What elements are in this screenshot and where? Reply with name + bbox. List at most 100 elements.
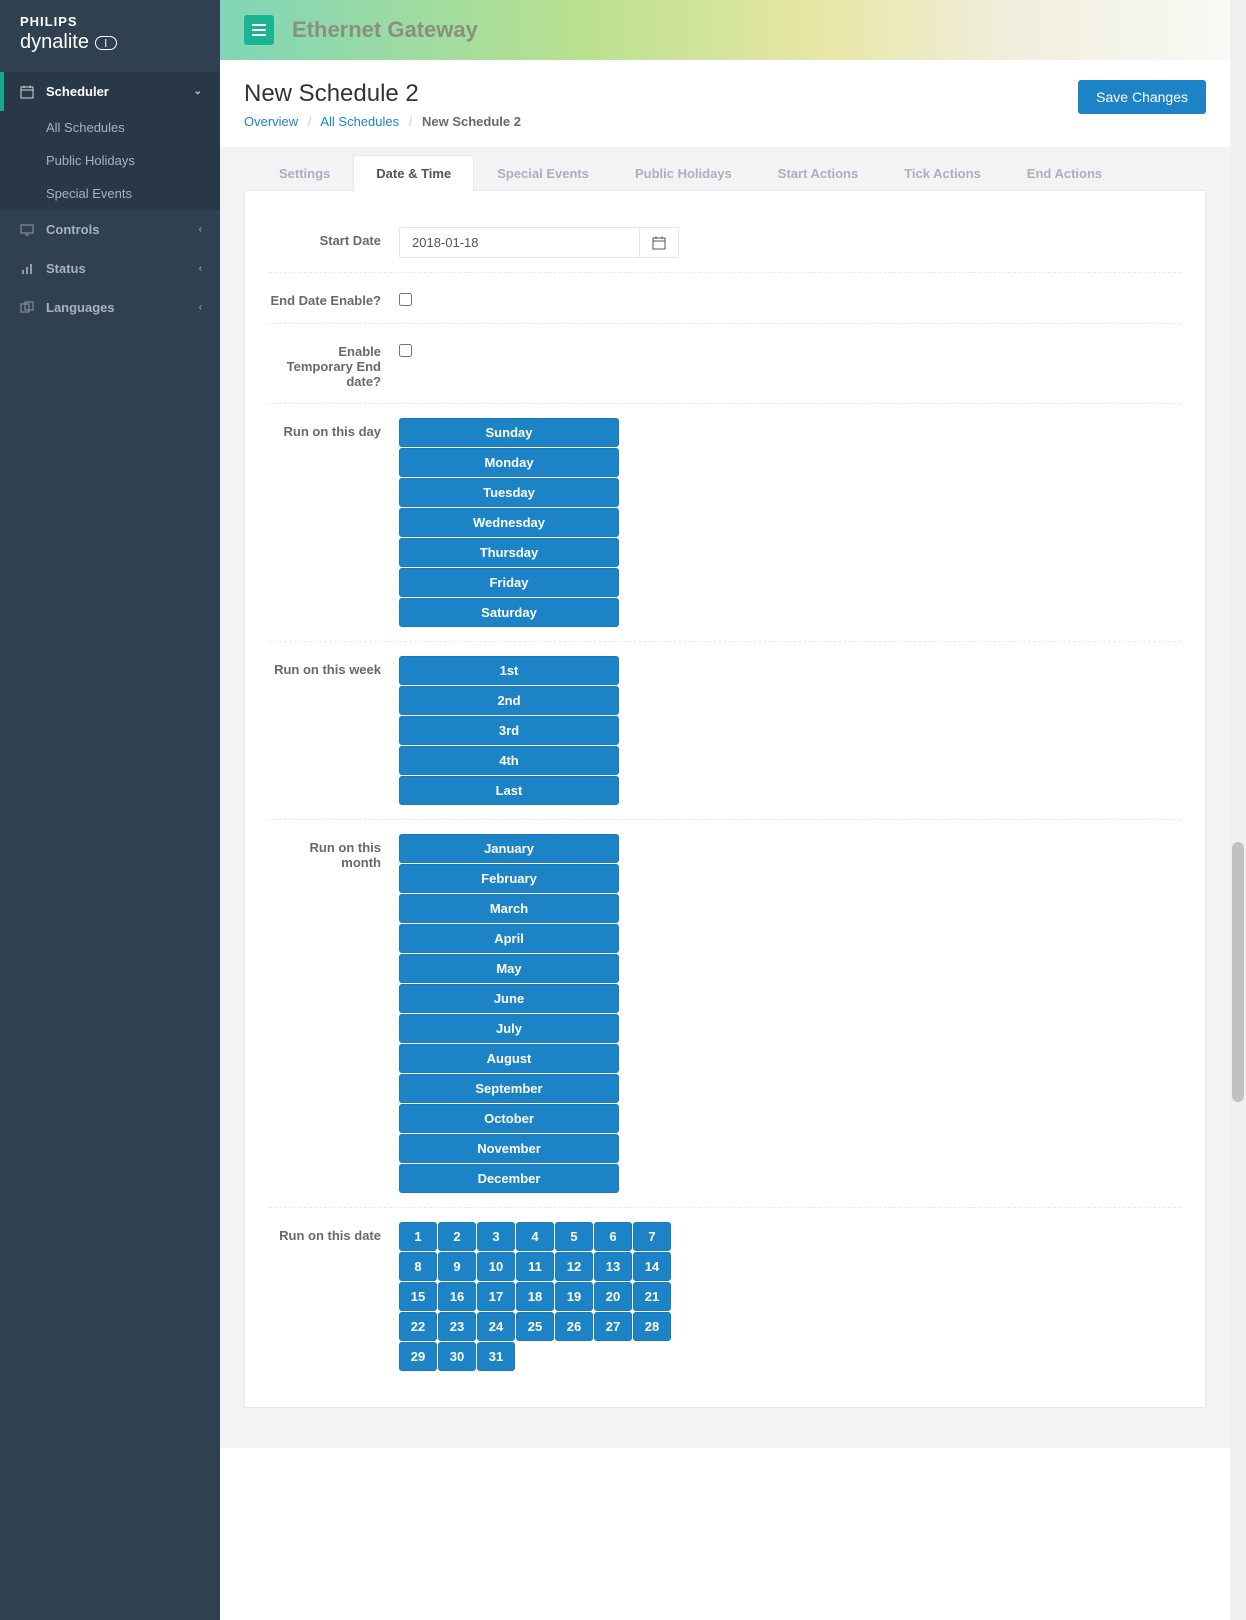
tab-date-time[interactable]: Date & Time — [353, 155, 474, 191]
sidebar-nav: Scheduler ⌄ All Schedules Public Holiday… — [0, 72, 220, 327]
date-toggle[interactable]: 4 — [516, 1222, 554, 1251]
window-scrollbar[interactable] — [1230, 0, 1246, 1620]
day-toggle[interactable]: Sunday — [399, 418, 619, 447]
date-toggle[interactable]: 8 — [399, 1252, 437, 1281]
week-toggle[interactable]: 3rd — [399, 716, 619, 745]
run-week-label: Run on this week — [269, 656, 399, 805]
day-toggle[interactable]: Monday — [399, 448, 619, 477]
date-toggle[interactable]: 16 — [438, 1282, 476, 1311]
brand-bottom-text: dynalite — [20, 31, 89, 54]
end-date-enable-checkbox[interactable] — [399, 293, 412, 306]
tab-start-actions[interactable]: Start Actions — [755, 155, 881, 191]
enable-temp-end-checkbox[interactable] — [399, 344, 412, 357]
tab-tick-actions[interactable]: Tick Actions — [881, 155, 1004, 191]
date-toggle[interactable]: 24 — [477, 1312, 515, 1341]
date-toggle[interactable]: 29 — [399, 1342, 437, 1371]
day-toggle[interactable]: Friday — [399, 568, 619, 597]
month-toggle[interactable]: September — [399, 1074, 619, 1103]
date-toggle[interactable]: 17 — [477, 1282, 515, 1311]
date-toggle[interactable]: 18 — [516, 1282, 554, 1311]
sidebar-subitem-special-events[interactable]: Special Events — [0, 177, 220, 210]
date-toggle[interactable]: 13 — [594, 1252, 632, 1281]
week-toggle[interactable]: 1st — [399, 656, 619, 685]
month-toggle[interactable]: July — [399, 1014, 619, 1043]
chevron-left-icon: ‹ — [199, 224, 202, 235]
date-toggle[interactable]: 30 — [438, 1342, 476, 1371]
chevron-left-icon: ‹ — [199, 302, 202, 313]
save-changes-button[interactable]: Save Changes — [1078, 80, 1206, 114]
enable-temp-end-label: Enable Temporary End date? — [269, 338, 399, 389]
date-toggle[interactable]: 3 — [477, 1222, 515, 1251]
breadcrumb-all-schedules[interactable]: All Schedules — [320, 114, 399, 129]
date-toggle[interactable]: 15 — [399, 1282, 437, 1311]
date-grid: 1 2 3 4 5 6 7 8 9 10 11 — [399, 1222, 1181, 1371]
month-toggle[interactable]: October — [399, 1104, 619, 1133]
month-toggle[interactable]: March — [399, 894, 619, 923]
content-scroll[interactable]: New Schedule 2 Overview / All Schedules … — [220, 60, 1230, 1620]
date-toggle[interactable]: 28 — [633, 1312, 671, 1341]
breadcrumb-overview[interactable]: Overview — [244, 114, 298, 129]
month-toggle[interactable]: June — [399, 984, 619, 1013]
date-toggle[interactable]: 23 — [438, 1312, 476, 1341]
day-toggle[interactable]: Thursday — [399, 538, 619, 567]
date-toggle[interactable]: 22 — [399, 1312, 437, 1341]
tab-end-actions[interactable]: End Actions — [1004, 155, 1125, 191]
date-toggle[interactable]: 20 — [594, 1282, 632, 1311]
day-toggle-list: Sunday Monday Tuesday Wednesday Thursday… — [399, 418, 619, 627]
sidebar-subitem-public-holidays[interactable]: Public Holidays — [0, 144, 220, 177]
month-toggle[interactable]: January — [399, 834, 619, 863]
week-toggle[interactable]: 2nd — [399, 686, 619, 715]
sidebar-item-controls[interactable]: Controls ‹ — [0, 210, 220, 249]
month-toggle[interactable]: May — [399, 954, 619, 983]
brand-top: PHILIPS — [20, 14, 200, 29]
start-date-picker-button[interactable] — [640, 227, 679, 258]
topbar-title: Ethernet Gateway — [292, 17, 478, 43]
breadcrumb-current: New Schedule 2 — [422, 114, 521, 129]
sidebar-item-scheduler[interactable]: Scheduler ⌄ — [0, 72, 220, 111]
menu-toggle-button[interactable] — [244, 15, 274, 45]
month-toggle[interactable]: February — [399, 864, 619, 893]
languages-icon — [18, 301, 36, 315]
week-toggle[interactable]: 4th — [399, 746, 619, 775]
date-toggle[interactable]: 21 — [633, 1282, 671, 1311]
date-toggle[interactable]: 5 — [555, 1222, 593, 1251]
panel-wrapper: Settings Date & Time Special Events Publ… — [220, 147, 1230, 1448]
month-toggle[interactable]: November — [399, 1134, 619, 1163]
month-toggle[interactable]: April — [399, 924, 619, 953]
date-toggle[interactable]: 25 — [516, 1312, 554, 1341]
panel-date-time: Start Date End Date Enable? — [244, 191, 1206, 1408]
month-toggle[interactable]: December — [399, 1164, 619, 1193]
date-toggle[interactable]: 7 — [633, 1222, 671, 1251]
date-toggle[interactable]: 12 — [555, 1252, 593, 1281]
date-toggle[interactable]: 27 — [594, 1312, 632, 1341]
sidebar-item-languages[interactable]: Languages ‹ — [0, 288, 220, 327]
tab-special-events[interactable]: Special Events — [474, 155, 612, 191]
page-title: New Schedule 2 — [244, 80, 521, 108]
date-toggle[interactable]: 26 — [555, 1312, 593, 1341]
month-toggle[interactable]: August — [399, 1044, 619, 1073]
brand-logo-icon — [95, 36, 117, 50]
sidebar-subitem-all-schedules[interactable]: All Schedules — [0, 111, 220, 144]
day-toggle[interactable]: Tuesday — [399, 478, 619, 507]
day-toggle[interactable]: Saturday — [399, 598, 619, 627]
start-date-input-group — [399, 227, 679, 258]
date-toggle[interactable]: 9 — [438, 1252, 476, 1281]
date-toggle[interactable]: 6 — [594, 1222, 632, 1251]
run-day-label: Run on this day — [269, 418, 399, 627]
date-toggle[interactable]: 14 — [633, 1252, 671, 1281]
main: Ethernet Gateway New Schedule 2 Overview… — [220, 0, 1230, 1620]
date-toggle[interactable]: 11 — [516, 1252, 554, 1281]
tab-settings[interactable]: Settings — [256, 155, 353, 191]
chevron-left-icon: ‹ — [199, 263, 202, 274]
date-toggle[interactable]: 2 — [438, 1222, 476, 1251]
tab-public-holidays[interactable]: Public Holidays — [612, 155, 755, 191]
window-scrollbar-thumb[interactable] — [1232, 842, 1244, 1102]
date-toggle[interactable]: 31 — [477, 1342, 515, 1371]
date-toggle[interactable]: 1 — [399, 1222, 437, 1251]
sidebar-item-status[interactable]: Status ‹ — [0, 249, 220, 288]
start-date-input[interactable] — [399, 227, 640, 258]
date-toggle[interactable]: 10 — [477, 1252, 515, 1281]
week-toggle[interactable]: Last — [399, 776, 619, 805]
date-toggle[interactable]: 19 — [555, 1282, 593, 1311]
day-toggle[interactable]: Wednesday — [399, 508, 619, 537]
